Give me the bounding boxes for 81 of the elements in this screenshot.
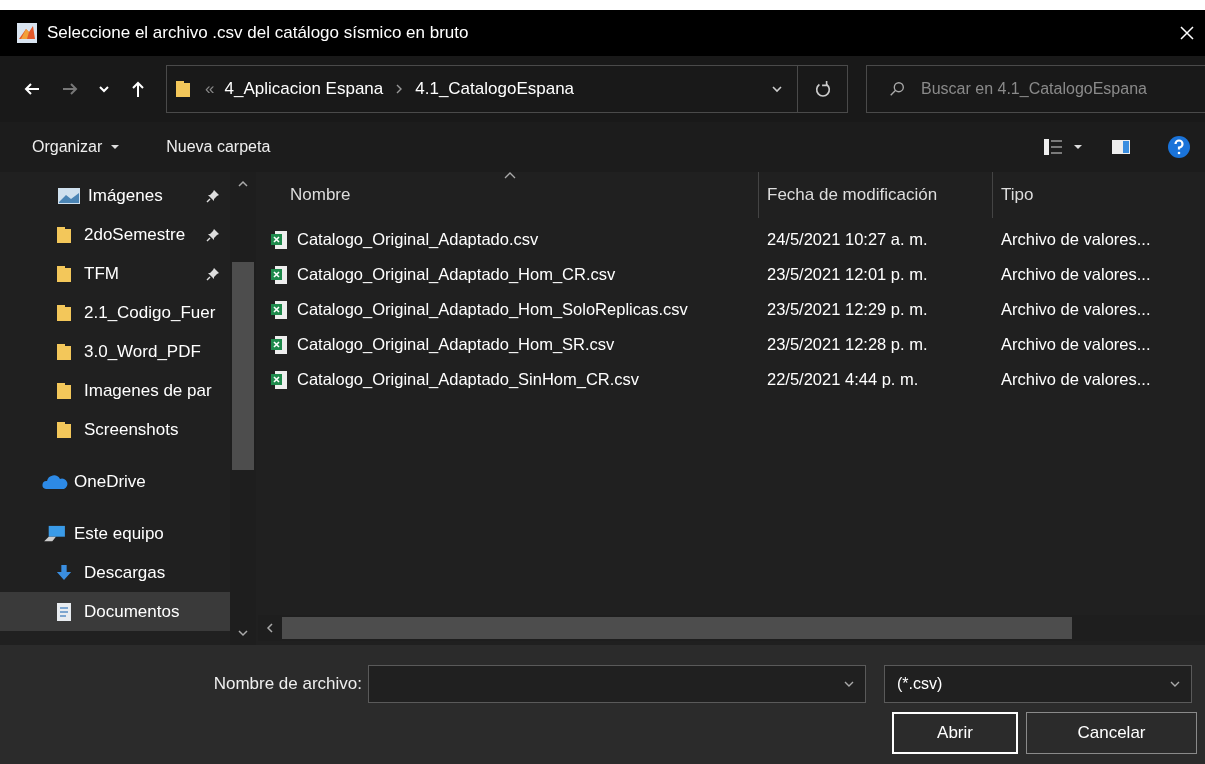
- computer-icon: [42, 524, 68, 543]
- sidebar-item[interactable]: Screenshots: [0, 410, 230, 449]
- column-header[interactable]: Tipo: [992, 172, 1205, 218]
- close-icon[interactable]: [1179, 25, 1195, 41]
- sidebar-item[interactable]: Imágenes: [0, 176, 230, 215]
- table-cell: 22/5/2021 4:44 p. m.: [767, 370, 919, 389]
- scrollbar-thumb[interactable]: [232, 262, 254, 470]
- cancel-button[interactable]: Cancelar: [1026, 712, 1197, 754]
- folder-icon: [56, 224, 72, 245]
- table-cell: Archivo de valores...: [1001, 370, 1151, 389]
- open-button[interactable]: Abrir: [892, 712, 1018, 754]
- sidebar-item[interactable]: Descargas: [0, 553, 230, 592]
- help-icon[interactable]: [1167, 135, 1191, 159]
- document-icon: [56, 601, 72, 622]
- chevron-down-icon[interactable]: [771, 83, 783, 95]
- app-icon: [17, 23, 37, 43]
- table-cell: Archivo de valores...: [1001, 300, 1151, 319]
- cloud-icon: [42, 472, 68, 491]
- chevron-down-icon[interactable]: [98, 83, 110, 95]
- sidebar-item[interactable]: Documentos: [0, 592, 230, 631]
- folder-icon: [56, 380, 72, 401]
- sidebar-item[interactable]: 3.0_Word_PDF: [0, 332, 230, 371]
- column-header[interactable]: Nombre: [258, 172, 758, 218]
- pin-icon[interactable]: [206, 266, 220, 281]
- chevron-right-icon: [395, 83, 404, 95]
- caret-icon: [110, 144, 121, 150]
- column-header[interactable]: Fecha de modificación: [758, 172, 992, 218]
- pictures-icon: [56, 186, 82, 205]
- file-name[interactable]: Catalogo_Original_Adaptado_Hom_SR.csv: [297, 335, 615, 354]
- pin-icon[interactable]: [206, 188, 220, 203]
- sidebar-item[interactable]: 2.1_Codigo_Fuer: [0, 293, 230, 332]
- scroll-up-icon[interactable]: [237, 180, 249, 188]
- spreadsheet-file-icon: [270, 229, 288, 250]
- breadcrumb[interactable]: 4.1_CatalogoEspana: [415, 79, 575, 99]
- table-cell: 24/5/2021 10:27 a. m.: [767, 230, 928, 249]
- file-type-dropdown[interactable]: (*.csv): [884, 665, 1192, 703]
- sidebar-item[interactable]: TFM: [0, 254, 230, 293]
- table-cell: Archivo de valores...: [1001, 335, 1151, 354]
- sidebar-item[interactable]: 2doSemestre: [0, 215, 230, 254]
- download-icon: [56, 562, 72, 583]
- new-folder-button[interactable]: Nueva carpeta: [154, 132, 283, 162]
- file-name-field[interactable]: [368, 665, 866, 703]
- file-name[interactable]: Catalogo_Original_Adaptado_SinHom_CR.csv: [297, 370, 640, 389]
- scrollbar-thumb[interactable]: [282, 617, 1072, 639]
- sort-caret-icon: [504, 172, 516, 179]
- spreadsheet-file-icon: [270, 334, 288, 355]
- search-icon: [888, 80, 906, 98]
- file-name[interactable]: Catalogo_Original_Adaptado_Hom_SoloReplicas.csv: [297, 300, 688, 319]
- folder-icon: [56, 302, 72, 323]
- file-name-label: Nombre de archivo:: [212, 674, 363, 694]
- table-cell: 23/5/2021 12:29 p. m.: [767, 300, 928, 319]
- table-cell: Archivo de valores...: [1001, 230, 1151, 249]
- preview-pane-icon[interactable]: [1111, 139, 1131, 155]
- caret-icon[interactable]: [1073, 144, 1083, 150]
- refresh-icon: [813, 80, 832, 98]
- scroll-left-icon[interactable]: [266, 622, 274, 634]
- table-cell: Archivo de valores...: [1001, 265, 1151, 284]
- pin-icon[interactable]: [206, 227, 220, 242]
- file-name[interactable]: Catalogo_Original_Adaptado.csv: [297, 230, 539, 249]
- folder-icon: [56, 263, 72, 284]
- folder-icon: [175, 79, 191, 99]
- overflow-mark[interactable]: «: [205, 79, 215, 99]
- file-name[interactable]: Catalogo_Original_Adaptado_Hom_CR.csv: [297, 265, 616, 284]
- spreadsheet-file-icon: [270, 264, 288, 285]
- organize-menu[interactable]: Organizar: [20, 132, 133, 162]
- folder-icon: [56, 419, 72, 440]
- breadcrumb[interactable]: 4_Aplicacion Espana: [224, 79, 384, 99]
- scroll-down-icon[interactable]: [237, 629, 249, 637]
- sidebar-item[interactable]: Este equipo: [0, 514, 230, 553]
- search-field[interactable]: Buscar en 4.1_CatalogoEspana: [866, 65, 1205, 113]
- table-cell: 23/5/2021 12:01 p. m.: [767, 265, 928, 284]
- window-title: Seleccione el archivo .csv del catálogo sísmico en bruto: [47, 23, 470, 43]
- sidebar-item[interactable]: Imagenes de par: [0, 371, 230, 410]
- folder-icon: [56, 341, 72, 362]
- spreadsheet-file-icon: [270, 299, 288, 320]
- spreadsheet-file-icon: [270, 369, 288, 390]
- table-cell: 23/5/2021 12:28 p. m.: [767, 335, 928, 354]
- sidebar-item[interactable]: OneDrive: [0, 462, 230, 501]
- view-list-icon[interactable]: [1043, 138, 1063, 156]
- address-bar[interactable]: « 4_Aplicacion Espana 4.1_CatalogoEspana: [166, 65, 798, 113]
- refresh-button[interactable]: [798, 65, 848, 113]
